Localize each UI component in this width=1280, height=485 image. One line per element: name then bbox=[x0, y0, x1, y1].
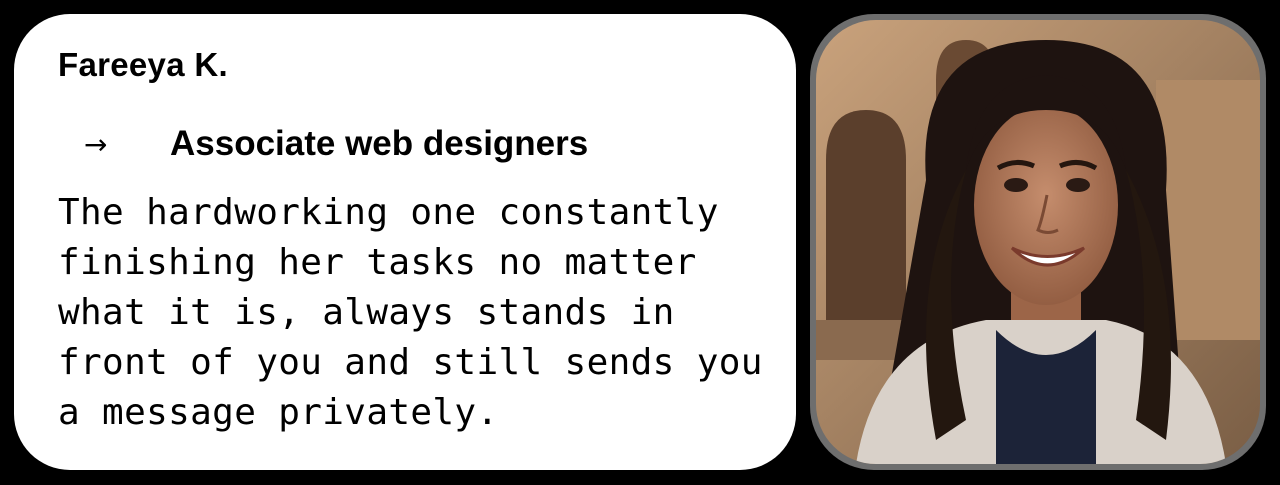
profile-bio: The hardworking one constantly finishing… bbox=[58, 192, 763, 433]
right-arrow-icon: → bbox=[84, 127, 108, 161]
profile-card: Fareeya K. → Associate web designers The… bbox=[14, 14, 796, 470]
profile-photo bbox=[816, 20, 1260, 464]
profile-role: Associate web designers bbox=[170, 124, 589, 163]
profile-name: Fareeya K. bbox=[58, 46, 228, 83]
role-row: → Associate web designers bbox=[84, 119, 667, 169]
photo-frame bbox=[810, 14, 1266, 470]
